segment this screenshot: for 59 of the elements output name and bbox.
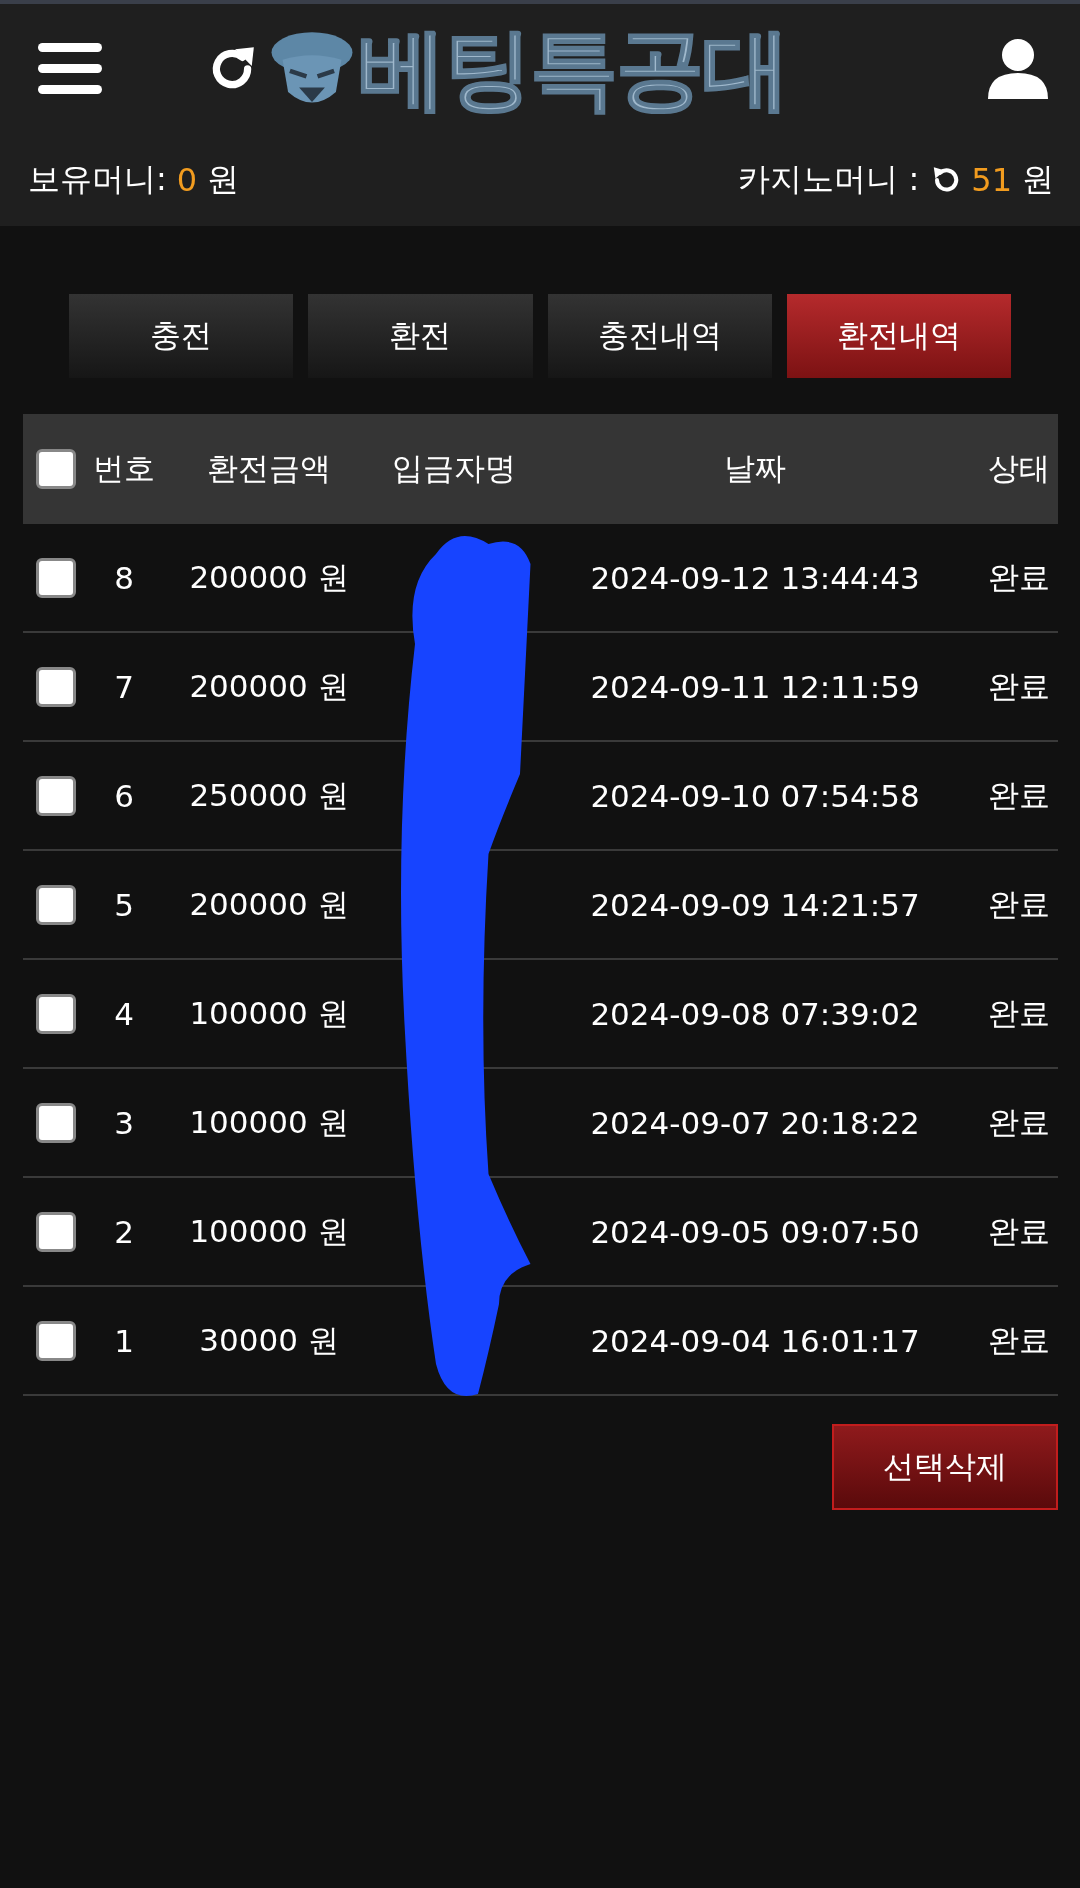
table-cell: 2024-09-05 09:07:50 bbox=[590, 1213, 920, 1250]
table-cell: 6 bbox=[114, 777, 134, 814]
table-cell: 7 bbox=[114, 668, 134, 705]
delete-selected-button[interactable]: 선택삭제 bbox=[832, 1424, 1058, 1510]
casino-money-value: 51 bbox=[971, 161, 1012, 199]
table-cell: 5 bbox=[114, 886, 134, 923]
tab[interactable]: 환전내역 bbox=[786, 294, 1011, 378]
table-cell: 2024-09-08 07:39:02 bbox=[590, 995, 920, 1032]
table-cell-text: 완료 bbox=[988, 1102, 1050, 1142]
table-cell-text: 완료 bbox=[988, 557, 1050, 597]
checkbox[interactable] bbox=[35, 557, 76, 598]
table-cell: 2 bbox=[114, 1213, 134, 1250]
table-cell-text: 200000 원 bbox=[189, 557, 349, 597]
balance-value: 0 bbox=[176, 161, 198, 199]
table-cell: 2024-09-11 12:11:59 bbox=[590, 668, 920, 705]
table-cell-text: 완료 bbox=[988, 993, 1050, 1033]
checkbox[interactable] bbox=[35, 1102, 76, 1143]
checkbox[interactable] bbox=[35, 449, 76, 489]
logo-text[interactable]: 베팅특공대 bbox=[358, 25, 788, 113]
table-cell-text: 200000 원 bbox=[189, 884, 349, 924]
table-cell-text: 완료 bbox=[988, 1211, 1050, 1251]
table-cell-text: 완료 bbox=[988, 884, 1050, 924]
menu-icon[interactable] bbox=[38, 43, 102, 95]
table-cell-text: 250000 원 bbox=[189, 775, 349, 815]
balance-label: 보유머니: bbox=[28, 159, 167, 200]
table-cell-text: 완료 bbox=[988, 666, 1050, 706]
tab[interactable]: 충전내역 bbox=[547, 294, 772, 378]
table-cell-text: 완료 bbox=[988, 1320, 1050, 1360]
table-cell: 4 bbox=[114, 995, 134, 1032]
checkbox[interactable] bbox=[35, 666, 76, 707]
table-cell-text: 완료 bbox=[988, 775, 1050, 815]
table-cell: 3 bbox=[114, 1104, 134, 1141]
currency-unit: 원 bbox=[207, 159, 240, 200]
table-cell: 2024-09-10 07:54:58 bbox=[590, 777, 920, 814]
checkbox[interactable] bbox=[35, 1320, 76, 1361]
checkbox[interactable] bbox=[35, 1211, 76, 1252]
column-header: 날짜 bbox=[724, 449, 786, 488]
table-cell-text: 100000 원 bbox=[189, 1211, 349, 1251]
tab[interactable]: 충전 bbox=[69, 294, 294, 378]
currency-unit: 원 bbox=[1022, 159, 1054, 200]
table-cell-text: 30000 원 bbox=[199, 1320, 339, 1360]
column-header: 상태 bbox=[988, 449, 1050, 488]
table-cell-text: 100000 원 bbox=[189, 993, 349, 1033]
casino-money-label: 카지노머니 : bbox=[738, 159, 920, 200]
table-cell: 8 bbox=[114, 559, 134, 596]
table-cell: 1 bbox=[114, 1322, 134, 1359]
column-header: 환전금액 bbox=[207, 449, 331, 488]
table-cell: 2024-09-12 13:44:43 bbox=[590, 559, 920, 596]
checkbox[interactable] bbox=[35, 993, 76, 1034]
column-header: 입금자명 bbox=[392, 449, 516, 488]
checkbox[interactable] bbox=[35, 884, 76, 925]
table-cell-text: 200000 원 bbox=[189, 666, 349, 706]
table-cell: 2024-09-07 20:18:22 bbox=[590, 1104, 920, 1141]
checkbox[interactable] bbox=[35, 775, 76, 816]
table-cell: 2024-09-09 14:21:57 bbox=[590, 886, 920, 923]
table-cell: 2024-09-04 16:01:17 bbox=[590, 1322, 920, 1359]
table-cell-text: 100000 원 bbox=[189, 1102, 349, 1142]
column-header: 번호 bbox=[93, 449, 155, 488]
tab[interactable]: 환전 bbox=[308, 294, 533, 378]
